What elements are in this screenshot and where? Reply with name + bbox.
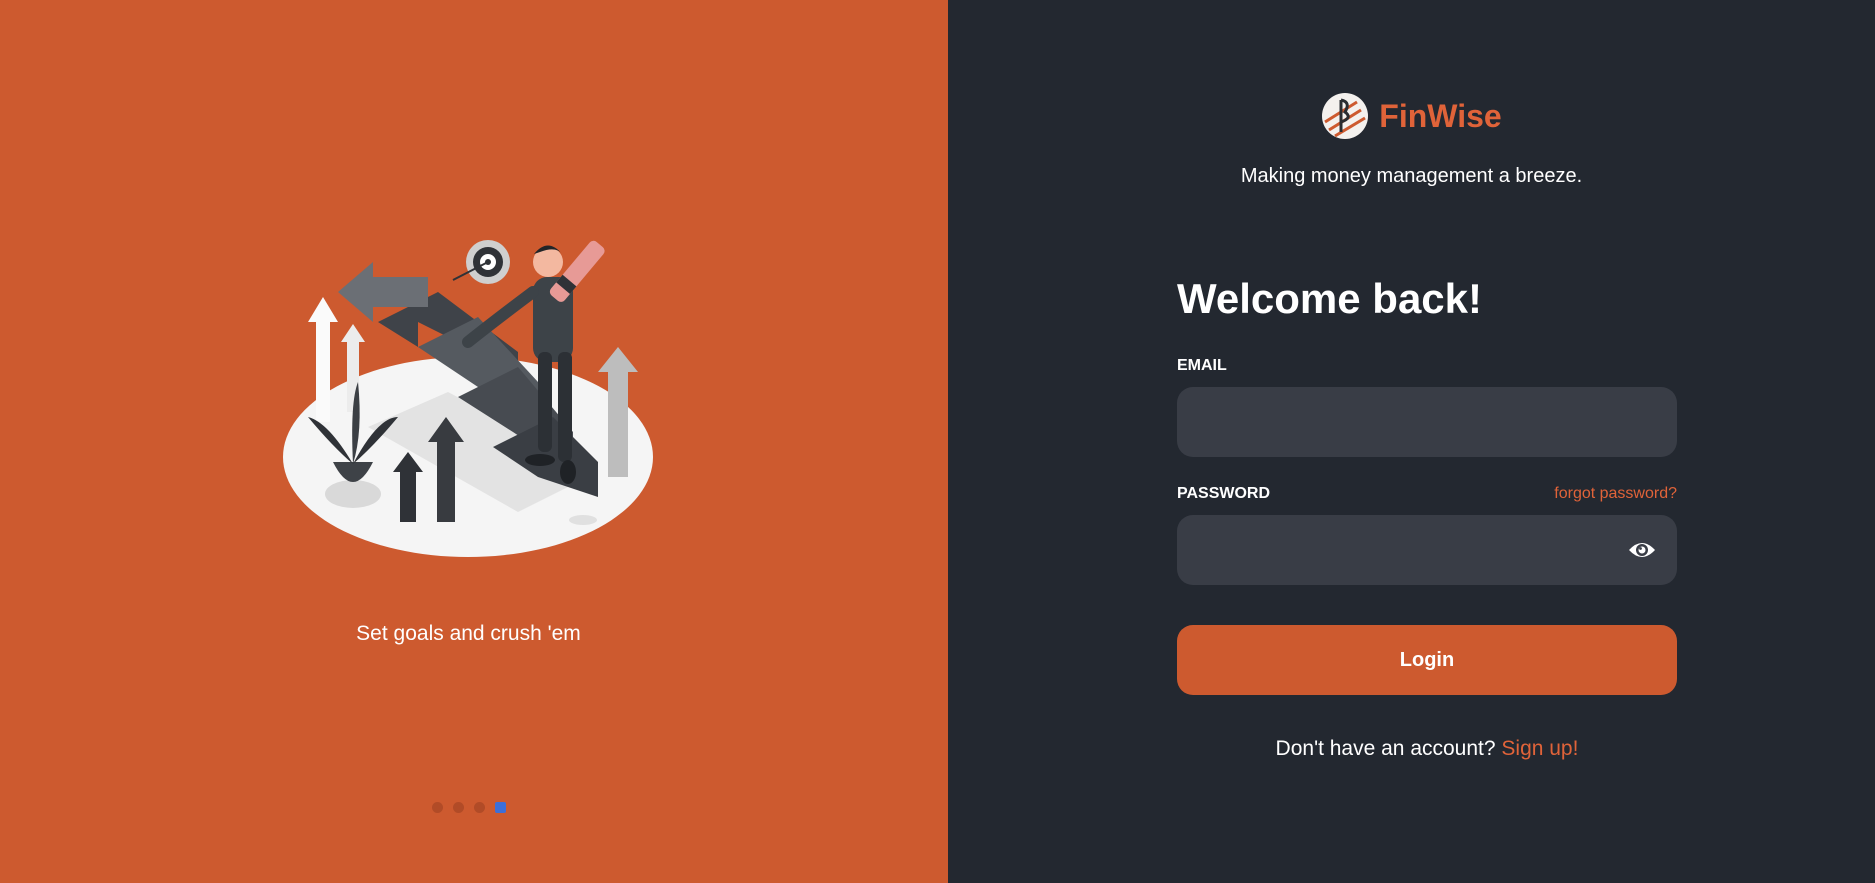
carousel-dot-1[interactable] [432,802,443,813]
forgot-password-link[interactable]: forgot password? [1554,485,1677,503]
brand-name: FinWise [1379,97,1502,134]
password-label-row: PASSWORD forgot password? [1177,485,1677,503]
finwise-logo-icon [1322,93,1369,139]
password-field[interactable] [1177,515,1677,585]
login-button[interactable]: Login [1177,625,1677,695]
password-label: PASSWORD [1177,485,1271,502]
carousel-dot-4[interactable] [495,802,506,813]
page-title: Welcome back! [1177,275,1483,322]
email-field[interactable] [1177,387,1677,457]
tagline: Making money management a breeze. [1240,165,1583,187]
eye-icon[interactable] [1627,536,1657,564]
login-form: Welcome back! EMAIL PASSWORD forgot pass… [1177,275,1677,761]
carousel-dot-2[interactable] [453,802,464,813]
email-field-wrap [1177,387,1677,457]
goals-staircase-illustration [283,240,653,557]
signup-link[interactable]: Sign up! [1501,737,1578,760]
login-panel: FinWise Making money management a breeze… [948,0,1875,883]
onboarding-panel: Set goals and crush 'em [0,0,948,883]
password-field-wrap [1177,515,1677,585]
carousel-dots [432,802,506,813]
email-label-row: EMAIL [1177,357,1677,375]
brand: FinWise [948,92,1875,140]
email-label: EMAIL [1177,357,1227,374]
signup-row: Don't have an account? Sign up! [1177,737,1677,761]
signup-prompt: Don't have an account? [1275,737,1496,760]
carousel-dot-3[interactable] [474,802,485,813]
carousel-caption: Set goals and crush 'em [356,622,581,645]
